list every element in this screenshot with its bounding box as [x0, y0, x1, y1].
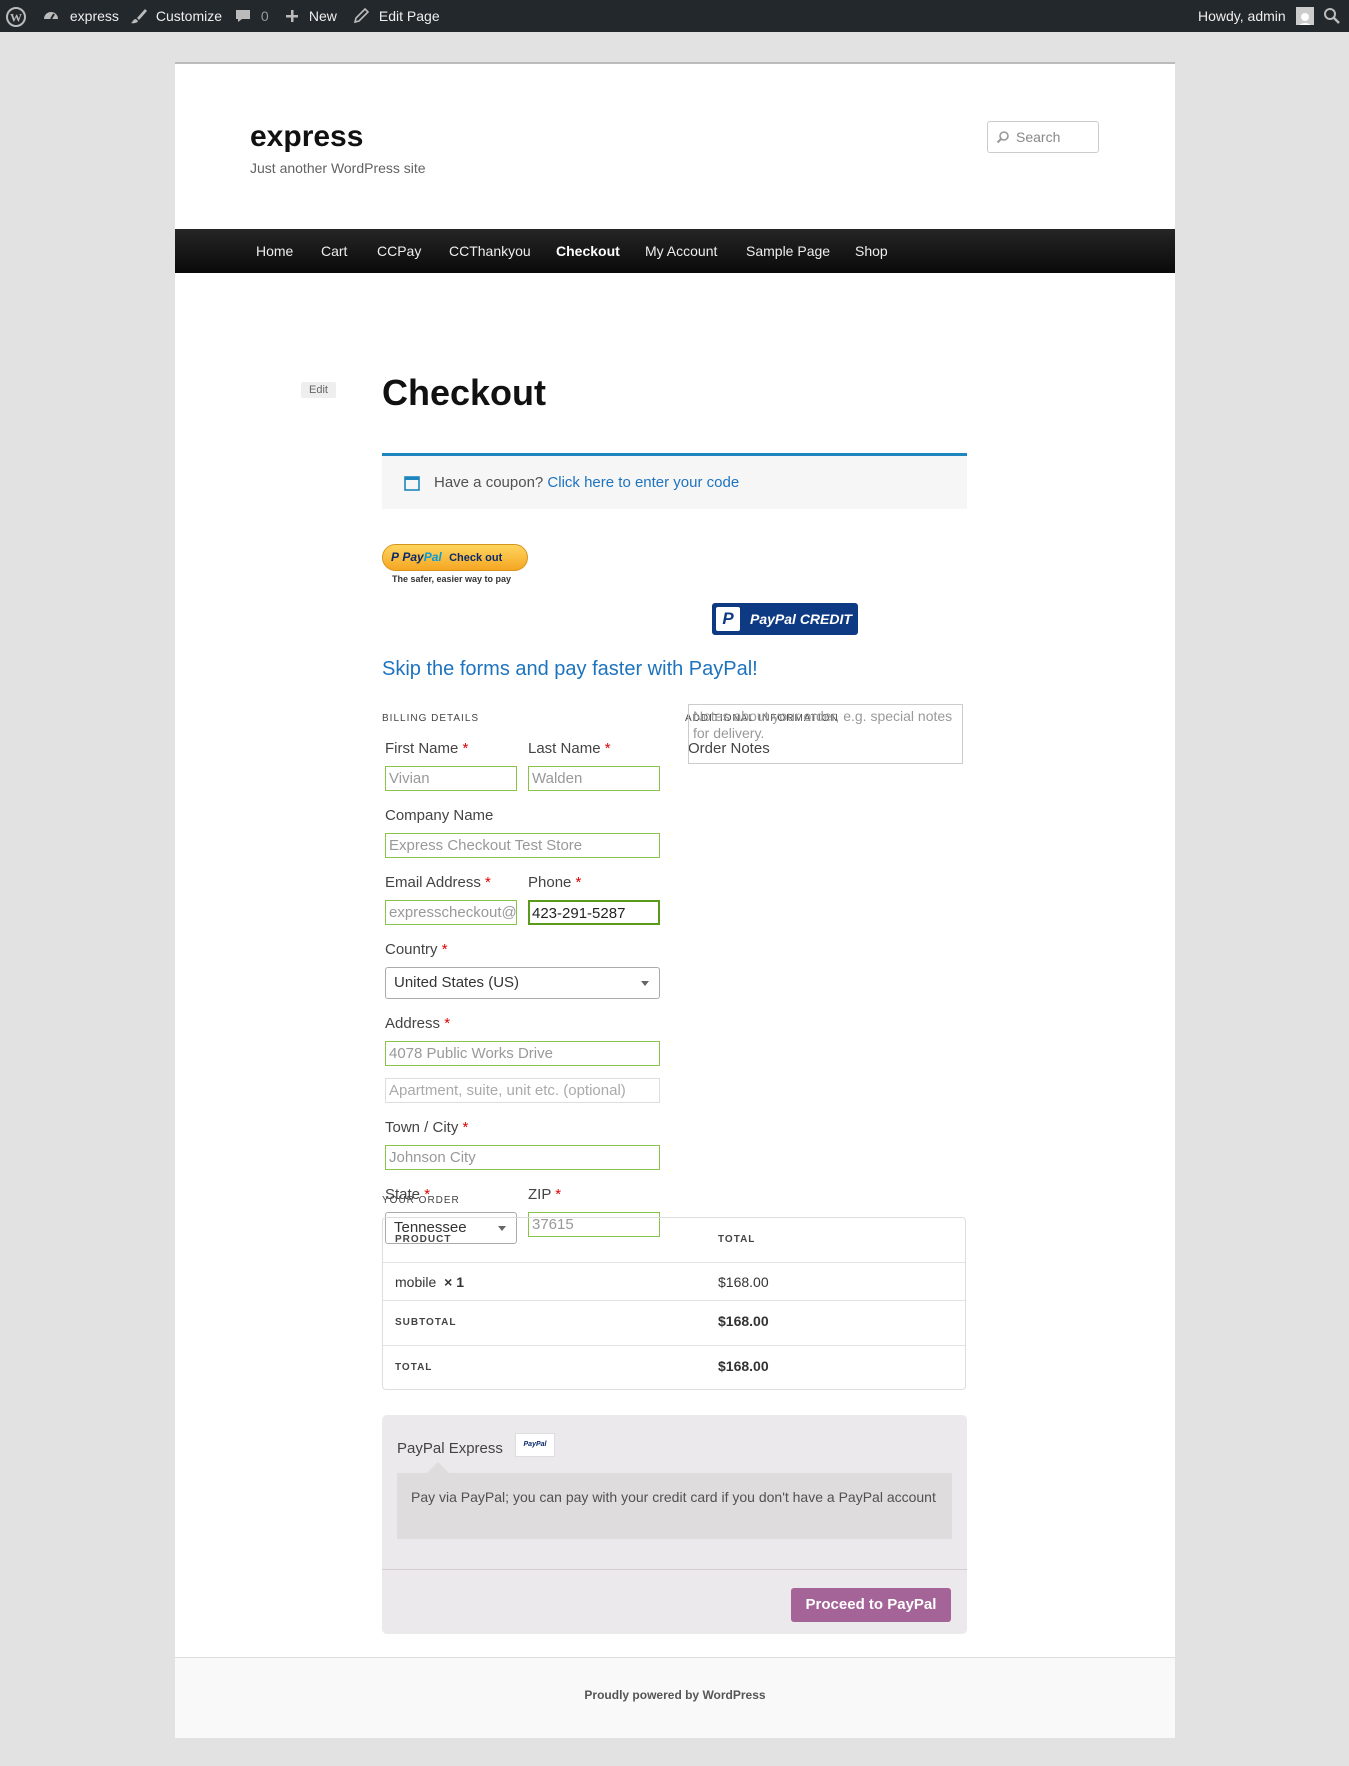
- comment-icon: [236, 10, 250, 22]
- admin-bar: W express Customize 0 New Edit Page Howd…: [0, 0, 1349, 32]
- site-footer: Proudly powered by WordPress: [175, 1657, 1175, 1738]
- site-tagline: Just another WordPress site: [250, 160, 426, 176]
- coupon-notice: Have a coupon? Click here to enter your …: [382, 453, 967, 509]
- table-row: TOTAL $168.00: [383, 1345, 965, 1389]
- order-notes-field[interactable]: Notes about your order, e.g. special not…: [688, 704, 963, 764]
- column-header-product: PRODUCT: [395, 1234, 452, 1245]
- proceed-to-paypal-button[interactable]: Proceed to PayPal: [791, 1588, 951, 1622]
- nav-item-my-account[interactable]: My Account: [645, 229, 717, 273]
- nav-item-ccthankyou[interactable]: CCThankyou: [449, 229, 531, 273]
- total-label: TOTAL: [395, 1362, 433, 1373]
- chevron-down-icon: [641, 981, 649, 986]
- city-label: Town / City *: [385, 1119, 469, 1136]
- admin-account-menu[interactable]: Howdy, admin: [1198, 0, 1314, 32]
- nav-item-cart[interactable]: Cart: [321, 229, 347, 273]
- address-label: Address *: [385, 1015, 451, 1032]
- admin-site-link[interactable]: express: [42, 0, 119, 32]
- first-name-field[interactable]: Vivian: [385, 766, 517, 791]
- admin-customize-link[interactable]: Customize: [130, 0, 222, 32]
- dashboard-icon: [44, 12, 58, 20]
- last-name-label: Last Name *: [528, 740, 611, 757]
- paypal-logo-icon: PayPal: [515, 1433, 555, 1457]
- nav-item-shop[interactable]: Shop: [855, 229, 888, 273]
- admin-comments-link[interactable]: 0: [235, 0, 269, 32]
- company-field[interactable]: Express Checkout Test Store: [385, 833, 660, 858]
- company-label: Company Name: [385, 807, 494, 824]
- search-icon: [996, 131, 1009, 144]
- city-field[interactable]: Johnson City: [385, 1145, 660, 1170]
- email-field[interactable]: expresscheckout@: [385, 900, 517, 925]
- payment-description: Pay via PayPal; you can pay with your cr…: [397, 1462, 952, 1539]
- first-name-label: First Name *: [385, 740, 469, 757]
- zip-label: ZIP *: [528, 1186, 562, 1203]
- paypal-credit-button[interactable]: P PayPal CREDIT: [712, 603, 858, 635]
- phone-label: Phone *: [528, 874, 582, 891]
- brush-icon: [131, 9, 147, 24]
- page-container: express Just another WordPress site Sear…: [175, 62, 1175, 1738]
- paypal-p-icon: P: [391, 550, 400, 564]
- order-review-table: PRODUCT TOTAL mobile × 1 $168.00 SUBTOTA…: [382, 1217, 966, 1390]
- billing-section-title: Billing Details: [382, 713, 480, 724]
- pencil-icon: [353, 7, 369, 24]
- nav-item-sample-page[interactable]: Sample Page: [746, 229, 830, 273]
- nav-item-checkout[interactable]: Checkout: [556, 229, 620, 273]
- last-name-field[interactable]: Walden: [528, 766, 660, 791]
- admin-search-icon[interactable]: [1323, 0, 1341, 32]
- country-label: Country *: [385, 941, 448, 958]
- table-row: PRODUCT TOTAL: [383, 1218, 965, 1262]
- plus-icon: [286, 10, 298, 22]
- paypal-checkout-button[interactable]: P PayPal Check out The safer, easier way…: [382, 544, 528, 590]
- order-item-total: $168.00: [718, 1274, 769, 1290]
- column-header-total: TOTAL: [718, 1234, 756, 1245]
- total-value: $168.00: [718, 1358, 769, 1374]
- main-navigation: Home Cart CCPay CCThankyou Checkout My A…: [175, 229, 1175, 273]
- search-input[interactable]: Search: [987, 121, 1099, 153]
- page-title: Checkout: [382, 372, 547, 413]
- email-label: Email Address *: [385, 874, 491, 891]
- subtotal-label: SUBTOTAL: [395, 1317, 457, 1328]
- edit-page-link[interactable]: Edit: [301, 382, 336, 398]
- divider: [382, 1569, 967, 1570]
- order-section-title: Your Order: [382, 1195, 460, 1206]
- phone-field[interactable]: 423-291-5287: [528, 900, 660, 925]
- address-line2-field[interactable]: Apartment, suite, unit etc. (optional): [385, 1078, 660, 1103]
- paypal-p-icon: P: [716, 607, 740, 631]
- admin-edit-page-link[interactable]: Edit Page: [353, 0, 440, 32]
- coupon-link[interactable]: Click here to enter your code: [547, 474, 739, 491]
- address-line1-field[interactable]: 4078 Public Works Drive: [385, 1041, 660, 1066]
- payment-method-label[interactable]: PayPal Express: [397, 1440, 503, 1457]
- svg-text:W: W: [10, 11, 22, 25]
- table-row: mobile × 1 $168.00: [383, 1262, 965, 1300]
- payment-box: PayPal Express PayPal Pay via PayPal; yo…: [382, 1415, 967, 1634]
- subtotal-value: $168.00: [718, 1313, 769, 1329]
- country-select[interactable]: United States (US): [385, 967, 660, 999]
- site-title[interactable]: express: [250, 120, 363, 154]
- nav-item-ccpay[interactable]: CCPay: [377, 229, 421, 273]
- window-icon: [404, 476, 420, 491]
- table-row: SUBTOTAL $168.00: [383, 1300, 965, 1345]
- order-item-name: mobile × 1: [395, 1274, 464, 1290]
- wordpress-logo-icon[interactable]: W: [6, 0, 26, 32]
- admin-new-link[interactable]: New: [284, 0, 337, 32]
- nav-item-home[interactable]: Home: [256, 229, 293, 273]
- powered-by-link[interactable]: Proudly powered by WordPress: [175, 1688, 1175, 1702]
- avatar: [1295, 7, 1314, 25]
- paypal-skip-text: Skip the forms and pay faster with PayPa…: [382, 658, 758, 680]
